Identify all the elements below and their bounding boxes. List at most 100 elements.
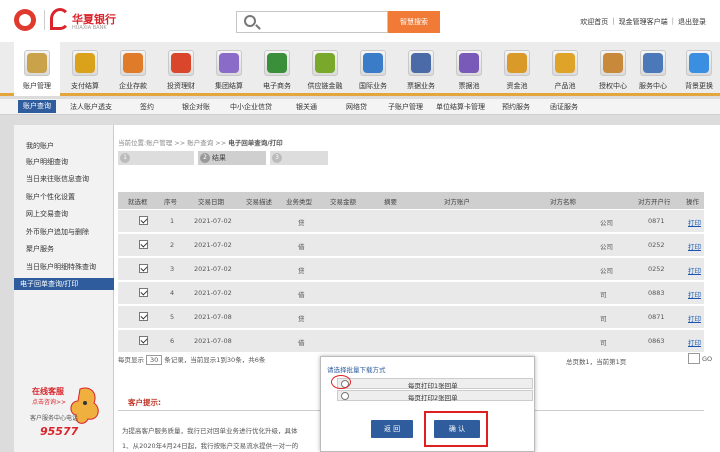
subnav-item[interactable]: 子账户管理 — [388, 102, 423, 112]
nav-service-center[interactable]: 服务中心 — [630, 42, 676, 96]
highlight-box — [424, 411, 488, 447]
go-button[interactable]: GO — [702, 355, 712, 363]
row-checkbox[interactable] — [139, 216, 148, 225]
sidebar-item[interactable]: 当日来往账信息查询 — [26, 174, 89, 184]
account-book-icon — [27, 53, 47, 73]
subnav-item[interactable]: 银企对账 — [182, 102, 210, 112]
nav-globe[interactable]: 国际业务 — [350, 42, 396, 96]
tips-line-1: 为提高客户服务质量，我行已对回单业务进行优化升级，具体 — [122, 427, 298, 435]
group-settlement-icon — [219, 53, 239, 73]
per-page-select[interactable]: 30 — [146, 355, 163, 365]
nav-label: 投资理财 — [167, 82, 195, 90]
tips-line-2: 1、从2020年4月24日起，我行按账户交易流水提供一对一的 — [122, 442, 299, 450]
pager-left: 每页显示 30 条记录，当前显示1到30条，共6条 — [118, 355, 266, 365]
bill-icon — [411, 53, 431, 73]
back-button[interactable]: 返 回 — [371, 420, 413, 438]
nav-account-book[interactable]: 账户管理 — [14, 42, 60, 96]
globe-icon — [363, 53, 383, 73]
smart-search-button[interactable]: 智慧搜索 — [388, 11, 440, 33]
nav-supply-chain[interactable]: 供应链金融 — [302, 42, 348, 96]
sidebar-item[interactable]: 聚户服务 — [26, 244, 54, 254]
nav-ecommerce[interactable]: 电子商务 — [254, 42, 300, 96]
print-link[interactable]: 打印 — [688, 289, 701, 299]
nav-label: 资金池 — [506, 82, 528, 90]
row-checkbox[interactable] — [139, 240, 148, 249]
option-row-2[interactable]: 每页打印2张回单 — [337, 390, 533, 402]
row-type: 贷 — [298, 315, 305, 323]
row-date: 2021-07-02 — [194, 217, 232, 225]
dialog-title: 请选择批量下载方式 — [327, 366, 386, 374]
row-name: 公司 — [600, 243, 613, 251]
subnav-item[interactable]: 账户查询 — [18, 100, 56, 113]
nav-bill[interactable]: 票据业务 — [398, 42, 444, 96]
row-checkbox[interactable] — [139, 264, 148, 273]
bill-pool-icon — [459, 53, 479, 73]
subnav-item[interactable]: 单位结算卡管理 — [436, 102, 485, 112]
cash-client-link[interactable]: 现金管理客户端 — [619, 17, 668, 27]
sidebar-item[interactable]: 网上交易查询 — [26, 209, 68, 219]
row-checkbox[interactable] — [139, 336, 148, 345]
logo-divider — [44, 10, 45, 30]
row-type: 借 — [298, 243, 305, 251]
row-checkbox[interactable] — [139, 288, 148, 297]
nav-label: 账户管理 — [23, 82, 51, 90]
subnav-item[interactable]: 中小企业信贷 — [230, 102, 272, 112]
authorization-icon — [603, 53, 623, 73]
product-pool-icon — [555, 53, 575, 73]
subnav-item[interactable]: 法人账户透支 — [70, 102, 112, 112]
row-name: 公司 — [600, 219, 613, 227]
nav-product-pool[interactable]: 产品池 — [542, 42, 588, 96]
sidebar-item[interactable]: 我的账户 — [26, 141, 54, 151]
supply-chain-icon — [315, 53, 335, 73]
sidebar-item[interactable]: 账户明细查询 — [26, 157, 68, 167]
print-link[interactable]: 打印 — [688, 313, 701, 323]
subnav-item[interactable]: 预约服务 — [502, 102, 530, 112]
row-bank: 0252 — [648, 241, 665, 249]
nav-deposit[interactable]: 企业存款 — [110, 42, 156, 96]
nav-label: 电子商务 — [263, 82, 291, 90]
nav-label: 票据池 — [458, 82, 480, 90]
row-type: 借 — [298, 339, 305, 347]
customer-service-promo[interactable]: 在线客服 点击咨询>> 客户服务中心电话 95577 — [28, 383, 108, 443]
nav-coins[interactable]: 支付结算 — [62, 42, 108, 96]
sidebar-item[interactable]: 外币账户追加与删除 — [26, 227, 89, 237]
step-3: 3 — [270, 151, 328, 165]
nav-label: 票据业务 — [407, 82, 435, 90]
subnav-item[interactable]: 签约 — [140, 102, 154, 112]
nav-group-settlement[interactable]: 集团结算 — [206, 42, 252, 96]
logout-link[interactable]: 退出登录 — [678, 17, 706, 27]
sidebar-item[interactable]: 当日账户明细特殊查询 — [26, 262, 96, 272]
highlight-ring — [331, 375, 351, 389]
row-seq: 5 — [170, 313, 175, 321]
option-row-1[interactable]: 每页打印1张回单 — [337, 378, 533, 390]
row-bank: 0871 — [648, 217, 665, 225]
row-checkbox[interactable] — [139, 312, 148, 321]
module-icon-bar: 账户管理 支付结算 企业存款 投资理财 集团结算 电子商务 供应链金融 国际业务 票据业务 票据池… — [0, 42, 720, 96]
nav-shirt[interactable]: 背景更换 — [676, 42, 720, 96]
step-indicator: 1 2 结果 3 — [118, 151, 328, 165]
row-name: 公司 — [600, 267, 613, 275]
print-link[interactable]: 打印 — [688, 265, 701, 275]
table-row: 5 2021-07-08 贷 司 0871 打印 — [118, 306, 704, 329]
svg-text:客户服务中心电话: 客户服务中心电话 — [30, 414, 78, 422]
nav-investment[interactable]: 投资理财 — [158, 42, 204, 96]
sidebar-item[interactable]: 账户个性化设置 — [26, 192, 75, 202]
print-link[interactable]: 打印 — [688, 337, 701, 347]
subnav-item[interactable]: 网络贷 — [346, 102, 367, 112]
table-header: 就选框 序号 交易日期 交易描述 业务类型 交易金额 摘要 对方账户 对方名称 … — [118, 192, 704, 209]
subnav-item[interactable]: 函证服务 — [550, 102, 578, 112]
print-link[interactable]: 打印 — [688, 241, 701, 251]
coins-icon — [75, 53, 95, 73]
row-type: 贷 — [298, 267, 305, 275]
subnav-item[interactable]: 银关通 — [296, 102, 317, 112]
welcome-home-link[interactable]: 欢迎首页 — [580, 17, 608, 27]
sidebar-item[interactable]: 电子回单查询/打印 — [14, 278, 114, 290]
nav-fund-pool[interactable]: 资金池 — [494, 42, 540, 96]
radio-option-2[interactable] — [341, 392, 349, 400]
print-link[interactable]: 打印 — [688, 217, 701, 227]
page-number-input[interactable] — [688, 353, 700, 364]
pager-right: 总页数1，当前第1页 — [566, 358, 627, 366]
nav-bill-pool[interactable]: 票据池 — [446, 42, 492, 96]
row-date: 2021-07-08 — [194, 337, 232, 345]
row-date: 2021-07-02 — [194, 289, 232, 297]
